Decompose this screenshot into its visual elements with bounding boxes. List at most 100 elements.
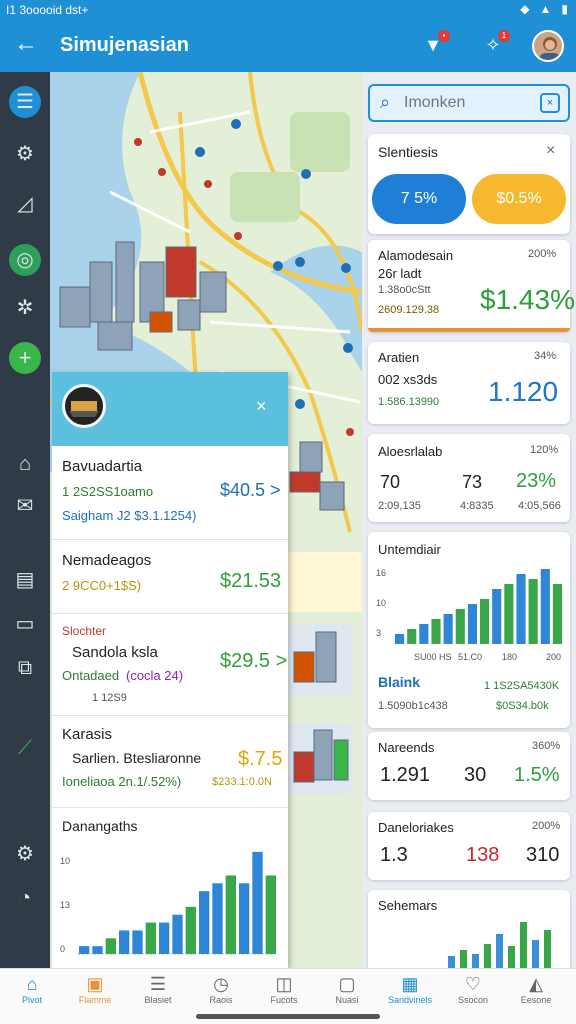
clear-icon[interactable]: × — [540, 93, 560, 113]
nav-item-fucots[interactable]: ◫ Fucots — [254, 973, 314, 1005]
metric-value: 30 — [464, 764, 487, 786]
metric-value: 1.3 — [380, 844, 408, 866]
list-item[interactable]: Nemadeagos 2 9CC0+1$S) $21.53 — [52, 540, 288, 614]
chart-bar — [212, 883, 223, 954]
panel-header: × — [52, 372, 288, 446]
item-title: Nemadeagos — [62, 552, 152, 569]
nav-label: Fucots — [270, 995, 298, 1005]
bar-chart: 16 10 3 SU00 HS 51.C0 180 200 — [376, 568, 562, 662]
list-item[interactable]: Slochter Sandola ksla Ontadaed (cocla 24… — [52, 614, 288, 716]
nav-item-sandvinels[interactable]: ▦ Sandvinels — [380, 973, 440, 1005]
list-item[interactable]: Bavuadartia 1 2S2SS1oamo Saigham J2 $3.1… — [52, 446, 288, 540]
profile-icon: ◭ — [529, 974, 543, 994]
search-bar[interactable]: ⌕ × — [368, 84, 570, 122]
metric-card[interactable]: Daneloriakes 200% 1.3 138 310 — [368, 812, 570, 880]
power-icon[interactable]: ◔ — [9, 882, 41, 914]
nav-item-raois[interactable]: ◷ Raois — [191, 973, 251, 1005]
calendar-icon: ▦ — [401, 974, 419, 994]
metric-corner: 360% — [532, 740, 561, 752]
box-icon: ▢ — [338, 974, 356, 994]
chart-bar — [419, 624, 429, 644]
search-input[interactable] — [404, 92, 534, 114]
chart-bar — [159, 922, 170, 954]
list-item[interactable]: Danangaths 10 13 0 — [52, 808, 288, 968]
alerts-icon[interactable]: ✧ 1 — [480, 30, 510, 58]
mini-bar — [448, 956, 455, 968]
metric-title: Sehemars — [378, 898, 438, 913]
folder-icon[interactable]: ▭ — [9, 608, 41, 640]
settings-icon[interactable]: ⚙ — [9, 838, 41, 870]
notification-bell-icon[interactable]: ▼ • — [420, 30, 450, 58]
location-icon[interactable]: ◎ — [9, 244, 41, 276]
home-indicator — [196, 1014, 380, 1019]
stat-line: 26r ladt — [378, 266, 422, 281]
list-icon: ☰ — [149, 974, 167, 994]
filter-title: Slentiesis — [378, 144, 438, 160]
nav-item-pivot[interactable]: ⌂ Pivot — [2, 973, 62, 1005]
card-accent — [368, 328, 570, 332]
add-icon[interactable]: + — [9, 342, 41, 374]
stat-corner: 200% — [528, 248, 557, 260]
layers-icon[interactable]: ☰ — [9, 86, 41, 118]
stat-card[interactable]: Alamodesain 200% 26r ladt 1.38o0cStt 260… — [368, 240, 575, 332]
nav-item-flamme[interactable]: ▣ Flamme — [65, 973, 125, 1005]
avatar[interactable] — [532, 30, 564, 62]
item-line: 1 12S9 — [92, 692, 127, 704]
nav-item-nuasi[interactable]: ▢ Nuasi — [317, 973, 377, 1005]
chart-card[interactable]: Untemdiair 16 10 3 SU00 HS 51.C0 180 200 Blain… — [368, 532, 570, 728]
stat-card[interactable]: Aratien 34% 002 xs3ds 1.586.13990 1.120 — [368, 342, 570, 424]
blue-pill-button[interactable]: 7 5% — [372, 174, 466, 224]
pen-icon[interactable]: ⟋ — [9, 732, 41, 764]
nav-label: Blasiet — [144, 995, 172, 1005]
chart-bar — [540, 569, 550, 644]
stat-line: 002 xs3ds — [378, 372, 438, 387]
list-item[interactable]: Karasis Sarlien. Btesliaronne Ioneliaoa … — [52, 716, 288, 808]
y-tick-label: 0 — [60, 944, 65, 954]
close-panel-icon[interactable]: × — [256, 396, 267, 417]
export-icon[interactable]: ⧉ — [9, 652, 41, 684]
bag-icon: ◫ — [275, 974, 293, 994]
chart-bar — [492, 589, 502, 644]
item-subtitle: Sarlien. Btesliaronne — [72, 750, 202, 766]
metric-value: 310 — [526, 844, 560, 866]
back-arrow-icon[interactable]: ← — [14, 32, 38, 56]
metric-corner: 200% — [532, 820, 561, 832]
nav-item-eesone[interactable]: ◭ Eesone — [506, 973, 566, 1005]
chart-bar — [552, 584, 562, 644]
item-line: Ontadaed — [62, 668, 120, 683]
y-tick-label: 10 — [376, 598, 386, 608]
battery-icon: ▮ — [561, 2, 568, 16]
panel-icon[interactable]: ▤ — [9, 564, 41, 596]
metric-title: Daneloriakes — [378, 820, 454, 835]
stat-card[interactable]: Aloesrlalab 120% 70 73 23% 2:09,135 4:83… — [368, 434, 570, 522]
stat-sub: 4:8335 — [460, 500, 494, 512]
signal-icon: ▲ — [539, 2, 552, 16]
mail-icon[interactable]: ✉ — [9, 490, 41, 522]
metric-card[interactable]: Sehemars — [368, 890, 570, 968]
close-icon[interactable]: × — [546, 142, 555, 160]
item-title: Bavuadartia — [62, 458, 143, 475]
nav-label: Sandvinels — [387, 995, 433, 1005]
x-tick-label: 200 — [546, 652, 561, 662]
yellow-pill-button[interactable]: $0.5% — [472, 174, 566, 224]
ruler-icon[interactable]: ◿ — [9, 188, 41, 220]
search-icon: ⌕ — [380, 92, 391, 112]
chart-footer-sub: $0S34.b0k — [496, 700, 549, 712]
stat-line: 1.38o0cStt — [378, 284, 431, 296]
stat-title: Alamodesain — [378, 248, 454, 263]
item-price: $29.5 > — [220, 650, 288, 672]
wifi-icon: ◆ — [520, 2, 530, 16]
home-icon[interactable]: ⌂ — [9, 448, 41, 480]
x-tick-label: 180 — [502, 652, 517, 662]
chart-bar — [185, 906, 196, 954]
chart-footer-sub: 1.5090b1c438 — [378, 700, 448, 712]
metric-card[interactable]: Nareends 360% 1.291 30 1.5% — [368, 732, 570, 800]
nav-item-ssocon[interactable]: ♡ Ssocon — [443, 973, 503, 1005]
nav-item-blasiet[interactable]: ☰ Blasiet — [128, 973, 188, 1005]
heart-icon: ♡ — [464, 974, 482, 994]
settings-cog-icon[interactable]: ⚙ — [9, 138, 41, 170]
gear-icon[interactable]: ✲ — [9, 292, 41, 324]
status-text: I1 3ooooid dst+ — [6, 3, 89, 17]
chart-bar — [132, 930, 143, 954]
mini-bar — [460, 950, 467, 968]
